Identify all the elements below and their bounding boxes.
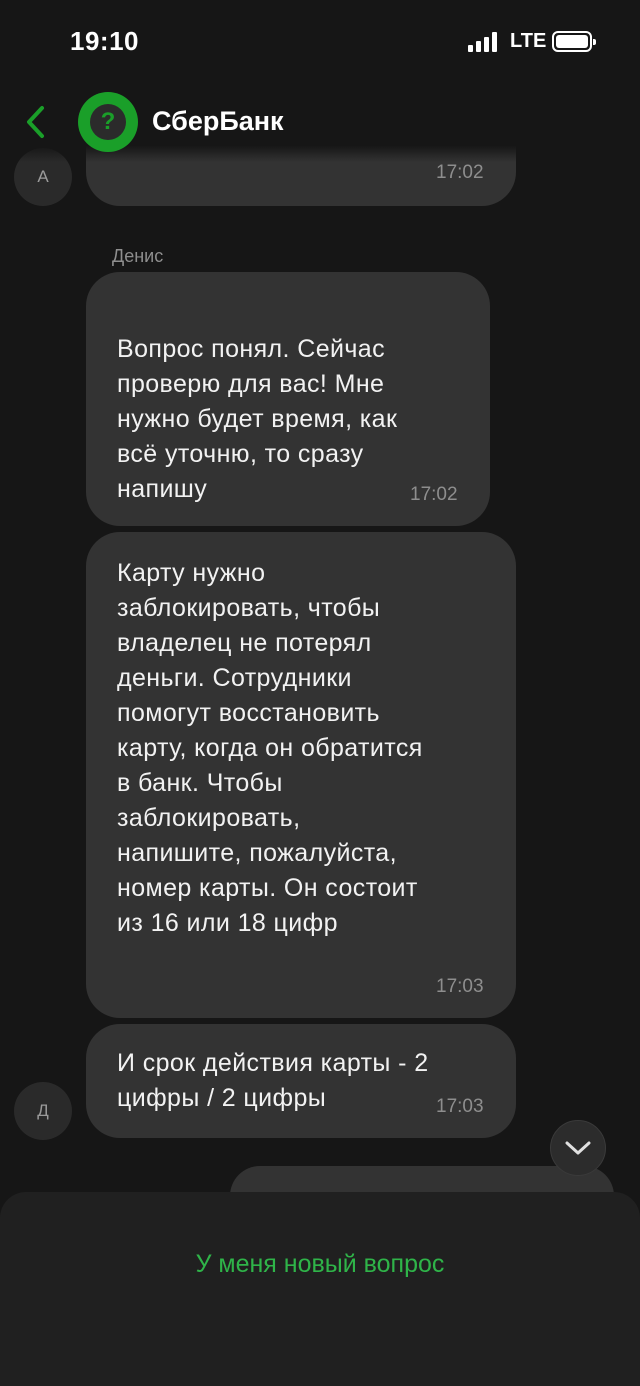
battery-icon	[552, 31, 596, 52]
message-bubble: И срок действия карты - 2 цифры / 2 цифр…	[86, 1024, 516, 1138]
message-time: 17:02	[436, 162, 484, 183]
chevron-down-icon	[565, 1141, 591, 1155]
message-time: 17:03	[436, 976, 484, 997]
message-text: Карту нужно заблокировать, чтобы владеле…	[117, 559, 423, 937]
network-type: LTE	[510, 30, 547, 52]
message-bubble: Вопрос понял. Сейчас проверю для вас! Мн…	[86, 272, 490, 526]
avatar: Д	[14, 1082, 72, 1140]
status-time: 19:10	[70, 26, 139, 56]
back-button[interactable]	[18, 102, 54, 142]
chat-title: СберБанк	[152, 106, 284, 136]
message-time: 17:03	[436, 1096, 484, 1117]
scroll-down-button[interactable]	[550, 1120, 606, 1176]
chat-header: ? СберБанк	[0, 80, 640, 162]
bottom-panel: У меня новый вопрос	[0, 1192, 640, 1386]
chevron-left-icon	[27, 106, 44, 138]
sender-name: Денис	[112, 246, 164, 266]
message-bubble: Карту нужно заблокировать, чтобы владеле…	[86, 532, 516, 1018]
message-time: 17:02	[410, 484, 458, 505]
status-bar: 19:10 LTE	[0, 0, 640, 80]
sberbank-logo[interactable]: ?	[78, 92, 138, 152]
signal-bars-icon	[468, 32, 502, 52]
message-text: И срок действия карты - 2 цифры / 2 цифр…	[117, 1049, 429, 1112]
message-text: Вопрос понял. Сейчас проверю для вас! Мн…	[117, 335, 398, 503]
question-mark-icon: ?	[90, 104, 126, 140]
new-question-button[interactable]: У меня новый вопрос	[0, 1244, 640, 1284]
